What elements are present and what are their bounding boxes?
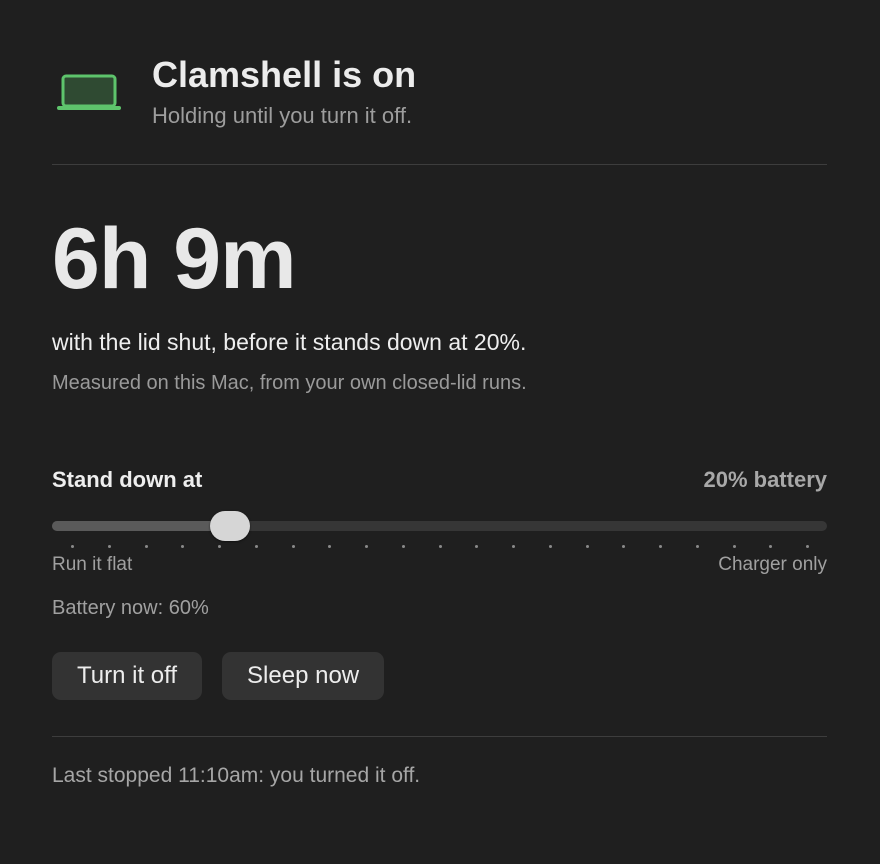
slider-tick: [659, 545, 662, 548]
slider-tick: [401, 545, 405, 548]
slider-tick: [806, 545, 809, 548]
last-stopped-status: Last stopped 11:10am: you turned it off.: [52, 764, 421, 787]
slider-thumb[interactable]: [210, 511, 251, 541]
estimate-description: with the lid shut, before it stands down…: [52, 329, 527, 355]
slider-tick: [732, 545, 736, 548]
slider-tick: [328, 545, 332, 548]
threshold-value: 20% battery: [703, 467, 827, 492]
slider-end-labels: Run it flat Charger only: [52, 554, 827, 576]
divider: [52, 736, 827, 737]
laptop-icon: [57, 74, 121, 110]
sleep-now-button[interactable]: Sleep now: [222, 652, 385, 700]
slider-fill: [52, 521, 231, 531]
slider-tick: [622, 545, 626, 548]
slider-tick: [218, 545, 221, 548]
remaining-time: 6h 9m: [52, 211, 297, 307]
slider-tick: [548, 545, 552, 548]
slider-tick: [769, 545, 773, 548]
action-buttons: Turn it off Sleep now: [52, 652, 827, 700]
turn-off-button[interactable]: Turn it off: [52, 652, 203, 700]
status-title: Clamshell is on: [152, 54, 417, 95]
slider-tick: [365, 545, 368, 548]
slider-tick: [254, 545, 258, 548]
slider-tick: [695, 545, 699, 548]
slider-tick: [181, 545, 185, 548]
slider-tick: [71, 545, 74, 548]
threshold-header: Stand down at 20% battery: [52, 467, 827, 493]
slider-max-label: Charger only: [718, 554, 827, 575]
slider-tick: [512, 545, 515, 548]
clamshell-panel: Clamshell is on Holding until you turn i…: [0, 0, 880, 864]
status-subtitle: Holding until you turn it off.: [152, 103, 413, 128]
slider-min-label: Run it flat: [52, 554, 133, 575]
estimate-note: Measured on this Mac, from your own clos…: [52, 372, 527, 394]
slider-tick: [291, 545, 295, 548]
threshold-slider[interactable]: [52, 507, 827, 551]
status-text: Clamshell is on Holding until you turn i…: [152, 54, 416, 130]
slider-tick: [144, 545, 148, 548]
slider-ticks: [52, 545, 827, 549]
battery-level: Battery now: 60%: [52, 597, 209, 619]
slider-tick: [475, 545, 479, 548]
divider: [52, 164, 827, 165]
slider-tick: [107, 545, 111, 548]
slider-tick: [438, 545, 442, 548]
threshold-label: Stand down at: [52, 467, 203, 492]
status-header: Clamshell is on Holding until you turn i…: [52, 0, 827, 128]
slider-tick: [585, 545, 589, 548]
